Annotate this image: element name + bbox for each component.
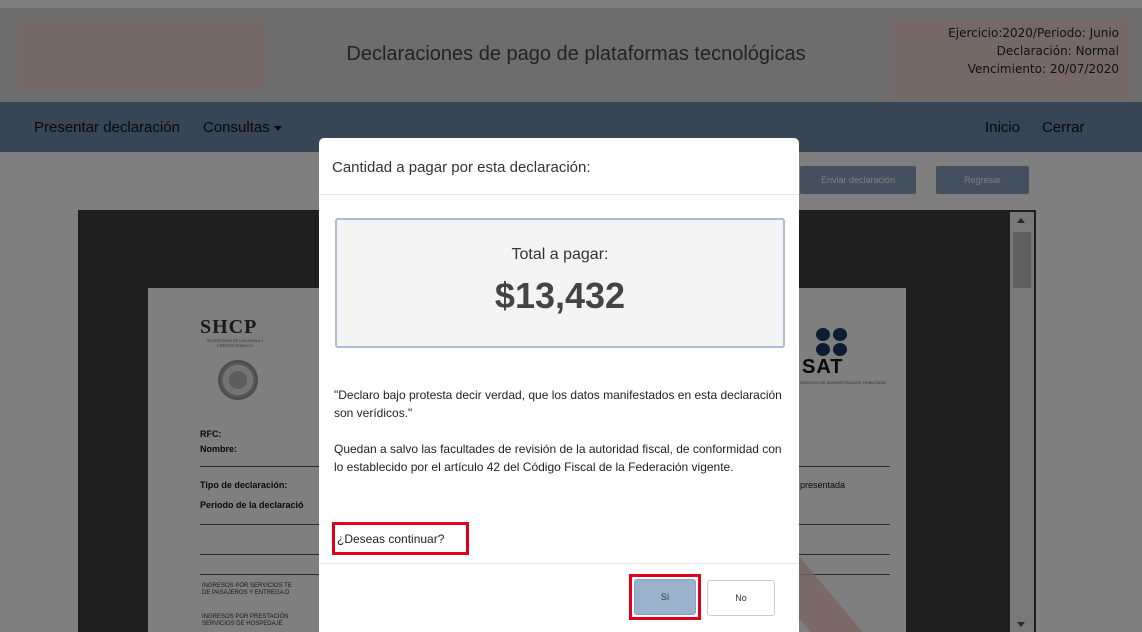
total-amount: $13,432 bbox=[494, 275, 626, 316]
no-button[interactable]: No bbox=[707, 580, 775, 616]
facultades-text: Quedan a salvo las facultades de revisió… bbox=[334, 442, 782, 474]
total-label: Total a pagar: bbox=[511, 246, 609, 263]
payment-modal: Cantidad a pagar por esta declaración: T… bbox=[319, 138, 799, 632]
total-box: Total a pagar: $13,432 bbox=[335, 218, 785, 348]
continuar-question: ¿Deseas continuar? bbox=[332, 522, 469, 555]
modal-header: Cantidad a pagar por esta declaración: bbox=[319, 138, 799, 195]
declaro-text: "Declaro bajo protesta decir verdad, que… bbox=[334, 388, 782, 420]
modal-title: Cantidad a pagar por esta declaración: bbox=[332, 159, 591, 176]
si-button[interactable]: Sí bbox=[634, 579, 696, 615]
modal-footer-divider bbox=[319, 563, 799, 564]
